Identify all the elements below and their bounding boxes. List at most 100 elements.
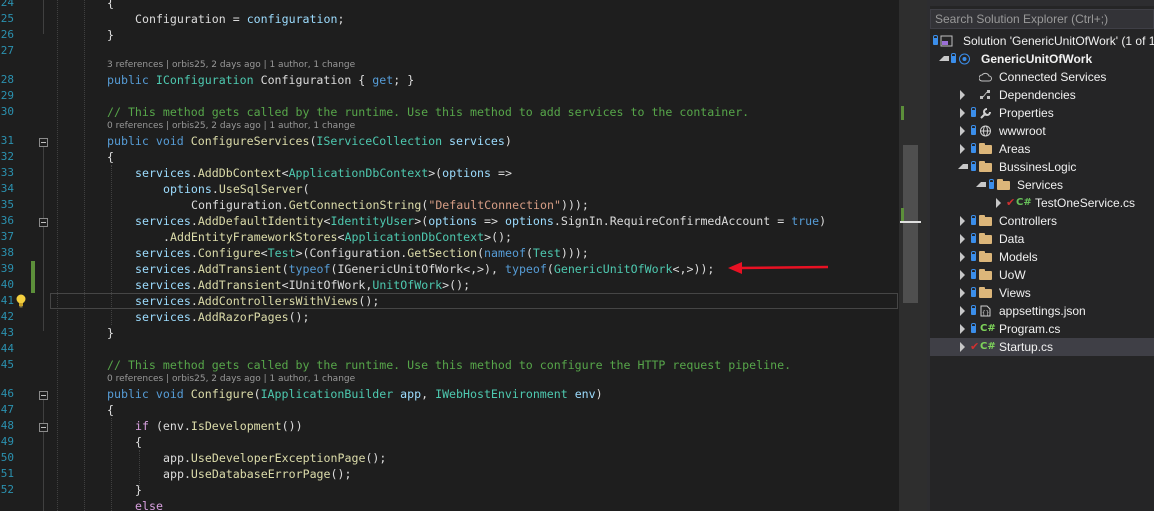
tree-item-dependencies[interactable]: Dependencies (930, 86, 1154, 104)
tree-item-connected-services[interactable]: Connected Services (930, 68, 1154, 86)
code-line-37: .AddEntityFrameworkStores<ApplicationDbC… (163, 230, 513, 244)
expand-arrow-icon[interactable] (960, 270, 965, 280)
line-number: 25 (0, 12, 14, 25)
line-number: 38 (0, 246, 14, 259)
tree-item-project[interactable]: GenericUnitOfWork (930, 50, 1154, 68)
line-number-gutter: 24 25 26 27 28 29 30 31 32 33 34 35 36 3… (0, 0, 14, 511)
code-line-50: app.UseDeveloperExceptionPage(); (163, 451, 387, 465)
line-number: 33 (0, 166, 14, 179)
tree-item-properties[interactable]: Properties (930, 104, 1154, 122)
codelens-info[interactable]: 3 references | orbis25, 2 days ago | 1 a… (107, 59, 355, 72)
line-number: 26 (0, 28, 14, 41)
scrollbar-caret-mark (900, 221, 921, 223)
lock-icon (971, 287, 976, 297)
cloud-icon (979, 72, 992, 82)
tree-item-wwwroot[interactable]: wwwroot (930, 122, 1154, 140)
folder-icon (979, 269, 992, 280)
tree-item-views[interactable]: Views (930, 284, 1154, 302)
tree-item-startup[interactable]: ✔ C# Startup.cs (930, 338, 1154, 356)
codelens-info[interactable]: 0 references | orbis25, 2 days ago | 1 a… (107, 373, 355, 386)
tree-item-program[interactable]: C# Program.cs (930, 320, 1154, 338)
expand-arrow-icon[interactable] (976, 182, 986, 187)
line-number: 52 (0, 483, 14, 496)
expand-arrow-icon[interactable] (939, 56, 949, 61)
code-line-32: { (107, 150, 114, 164)
folder-icon (979, 251, 992, 262)
line-number: 41 (0, 294, 14, 307)
fold-icon[interactable] (39, 423, 48, 432)
tree-item-bussineslogic[interactable]: BussinesLogic (930, 158, 1154, 176)
tree-item-testoneservice[interactable]: ✔ C# TestOneService.cs (930, 194, 1154, 212)
line-number: 40 (0, 278, 14, 291)
dependencies-icon (980, 90, 990, 99)
expand-arrow-icon[interactable] (996, 198, 1001, 208)
tree-item-areas[interactable]: Areas (930, 140, 1154, 158)
tree-item-label: Startup.cs (999, 340, 1054, 354)
code-line-53: else (135, 499, 163, 511)
expand-arrow-icon[interactable] (960, 90, 965, 100)
tree-item-solution[interactable]: Solution 'GenericUnitOfWork' (1 of 1 (930, 32, 1154, 50)
tree-item-models[interactable]: Models (930, 248, 1154, 266)
fold-icon[interactable] (39, 391, 48, 400)
line-number: 27 (0, 44, 14, 57)
code-editor[interactable]: 24 25 26 27 28 29 30 31 32 33 34 35 36 3… (0, 0, 927, 511)
expand-arrow-icon[interactable] (960, 324, 965, 334)
line-number: 31 (0, 134, 14, 147)
line-number: 43 (0, 326, 14, 339)
search-input[interactable]: Search Solution Explorer (Ctrl+;) (930, 9, 1154, 29)
line-number: 46 (0, 387, 14, 400)
expand-arrow-icon[interactable] (960, 288, 965, 298)
tree-item-label: Data (999, 232, 1025, 246)
folder-icon (997, 179, 1010, 190)
code-line-51: app.UseDatabaseErrorPage(); (163, 467, 352, 481)
fold-icon[interactable] (39, 218, 48, 227)
lock-icon (971, 107, 976, 117)
code-line-47: { (107, 403, 114, 417)
lightbulb-icon[interactable] (15, 294, 27, 308)
expand-arrow-icon[interactable] (960, 126, 965, 136)
line-number: 36 (0, 214, 14, 227)
line-number: 37 (0, 230, 14, 243)
expand-arrow-icon[interactable] (960, 234, 965, 244)
tree-item-services[interactable]: Services (930, 176, 1154, 194)
codelens-info[interactable]: 0 references | orbis25, 2 days ago | 1 a… (107, 120, 355, 133)
lock-icon (989, 179, 994, 189)
line-number: 34 (0, 182, 14, 195)
line-number: 48 (0, 419, 14, 432)
code-comment: // This method gets called by the runtim… (107, 105, 750, 119)
tree-item-label: GenericUnitOfWork (981, 52, 1093, 66)
scrollbar-thumb[interactable] (903, 145, 918, 303)
line-number: 44 (0, 342, 14, 355)
expand-arrow-icon[interactable] (960, 342, 965, 352)
expand-arrow-icon[interactable] (960, 252, 965, 262)
code-line-38: services.Configure<Test>(Configuration.G… (135, 246, 589, 260)
explorer-toolbar (930, 0, 1154, 6)
tree-item-label: Controllers (999, 214, 1058, 228)
code-line-31: public void ConfigureServices(IServiceCo… (107, 134, 512, 148)
code-line-52: } (135, 483, 142, 497)
code-line-40: services.AddTransient<IUnitOfWork,UnitOf… (135, 278, 471, 292)
csharp-file-icon: C# (1016, 197, 1032, 208)
expand-arrow-icon[interactable] (960, 144, 965, 154)
line-number: 50 (0, 451, 14, 464)
expand-arrow-icon[interactable] (960, 108, 965, 118)
tree-item-appsettings[interactable]: {} appsettings.json (930, 302, 1154, 320)
tree-item-uow[interactable]: UoW (930, 266, 1154, 284)
tree-item-data[interactable]: Data (930, 230, 1154, 248)
scrollbar-change-mark (901, 106, 904, 120)
line-number: 30 (0, 105, 14, 118)
fold-icon[interactable] (39, 138, 48, 147)
line-number: 29 (0, 89, 14, 102)
csharp-file-icon: C# (980, 323, 996, 334)
expand-arrow-icon[interactable] (960, 216, 965, 226)
tree-item-label: appsettings.json (999, 304, 1086, 318)
lock-icon (971, 125, 976, 135)
expand-arrow-icon[interactable] (960, 306, 965, 316)
lock-icon (971, 269, 976, 279)
code-comment: // This method gets called by the runtim… (107, 358, 792, 372)
folder-icon (979, 161, 992, 172)
expand-arrow-icon[interactable] (958, 164, 968, 169)
tree-item-label: TestOneService.cs (1035, 196, 1136, 210)
tree-item-controllers[interactable]: Controllers (930, 212, 1154, 230)
tree-item-label: Properties (999, 106, 1054, 120)
